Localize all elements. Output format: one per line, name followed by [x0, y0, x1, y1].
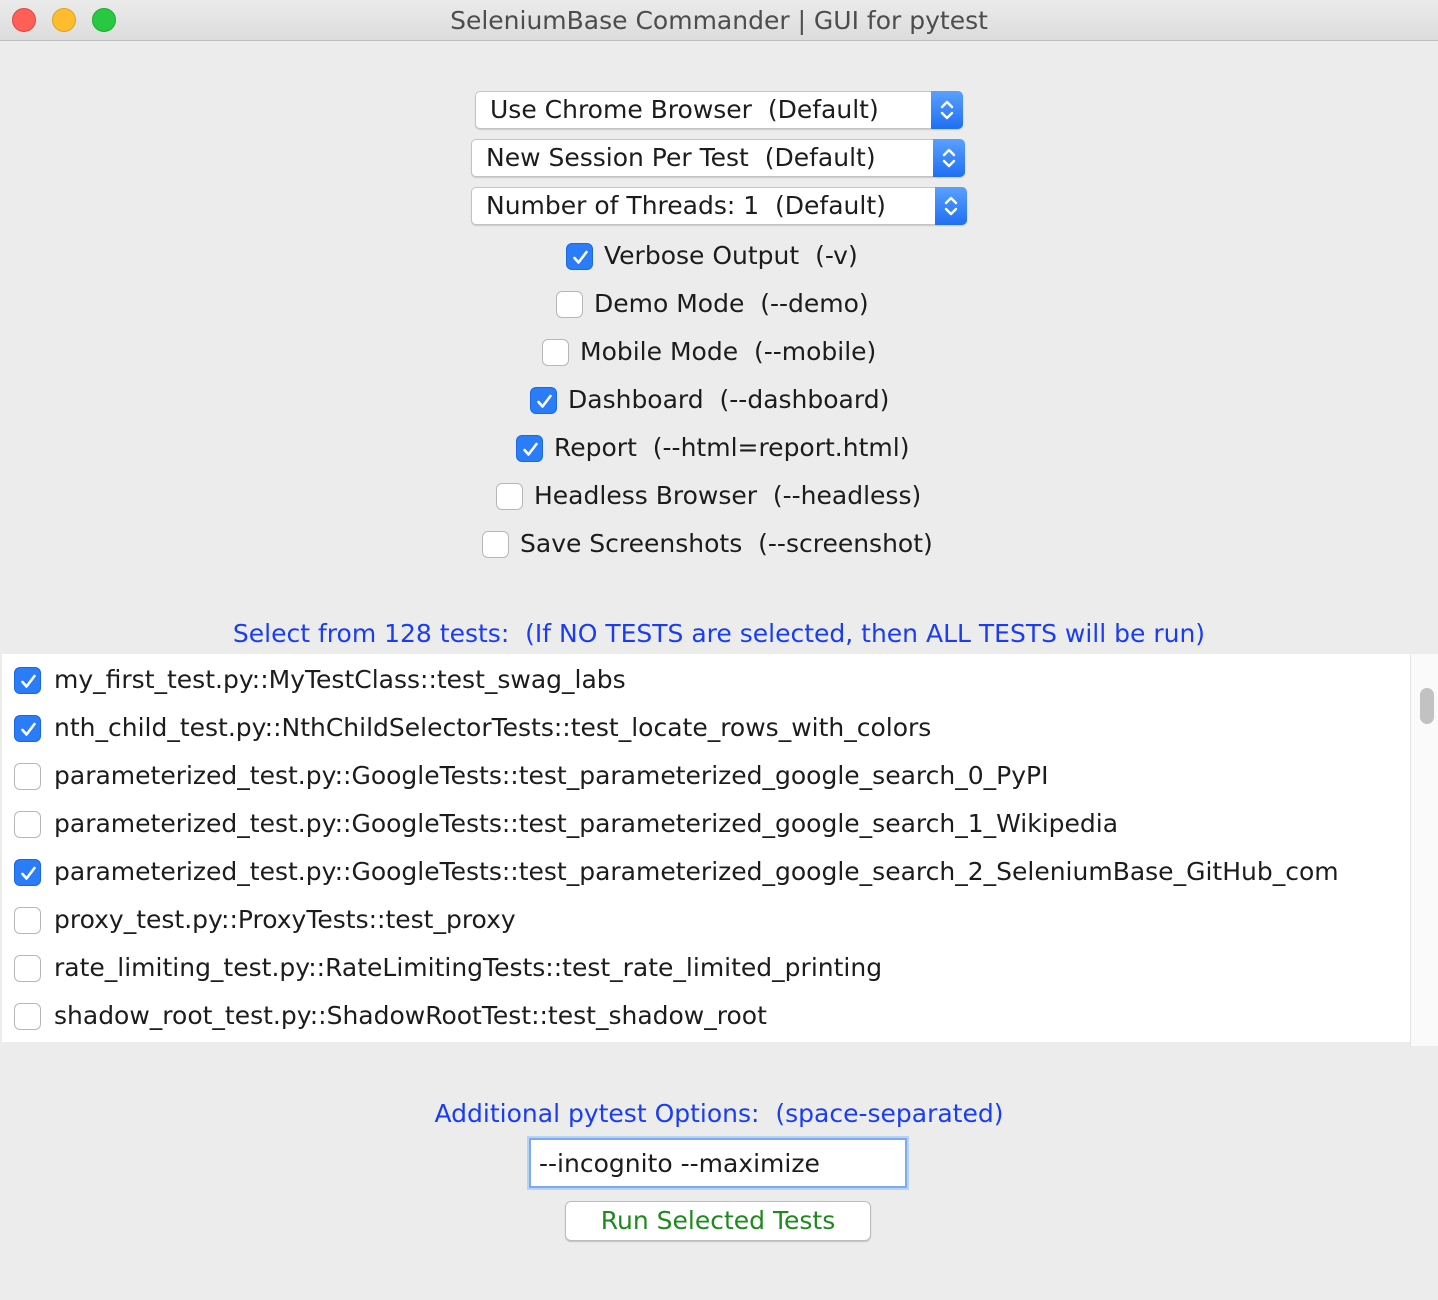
checkbox[interactable]: [14, 715, 41, 742]
test-list[interactable]: my_first_test.py::MyTestClass::test_swag…: [2, 654, 1410, 1042]
option-label: Dashboard (--dashboard): [568, 385, 890, 414]
checkmark-icon: [573, 250, 588, 264]
option-label: Demo Mode (--demo): [594, 289, 869, 318]
test-label: shadow_root_test.py::ShadowRootTest::tes…: [54, 1001, 767, 1030]
updown-chevron-icon: [942, 148, 956, 168]
test-row[interactable]: rate_limiting_test.py::RateLimitingTests…: [14, 953, 882, 987]
checkbox[interactable]: [14, 907, 41, 934]
checkbox[interactable]: [482, 531, 509, 558]
checkbox[interactable]: [14, 1003, 41, 1030]
checkmark-icon: [537, 394, 552, 408]
checkbox[interactable]: [556, 291, 583, 318]
test-label: nth_child_test.py::NthChildSelectorTests…: [54, 713, 932, 742]
browser-select-stepper[interactable]: [931, 91, 963, 129]
checkbox[interactable]: [14, 811, 41, 838]
checkbox[interactable]: [14, 763, 41, 790]
test-row[interactable]: shadow_root_test.py::ShadowRootTest::tes…: [14, 1001, 767, 1035]
option-label: Headless Browser (--headless): [534, 481, 922, 510]
test-label: parameterized_test.py::GoogleTests::test…: [54, 761, 1049, 790]
threads-select[interactable]: Number of Threads: 1 (Default): [471, 187, 967, 225]
option-headless[interactable]: Headless Browser (--headless): [496, 481, 921, 515]
browser-select-value: Use Chrome Browser (Default): [490, 95, 879, 124]
option-mobile-mode[interactable]: Mobile Mode (--mobile): [542, 337, 876, 371]
session-select-stepper[interactable]: [933, 139, 965, 177]
pytest-options-input[interactable]: [529, 1138, 907, 1188]
test-label: parameterized_test.py::GoogleTests::test…: [54, 809, 1119, 838]
test-label: proxy_test.py::ProxyTests::test_proxy: [54, 905, 516, 934]
checkmark-icon: [21, 722, 36, 736]
test-label: parameterized_test.py::GoogleTests::test…: [54, 857, 1339, 886]
option-dashboard[interactable]: Dashboard (--dashboard): [530, 385, 889, 419]
checkmark-icon: [21, 866, 36, 880]
browser-select[interactable]: Use Chrome Browser (Default): [475, 91, 963, 129]
checkbox[interactable]: [14, 955, 41, 982]
test-row[interactable]: parameterized_test.py::GoogleTests::test…: [14, 761, 1048, 795]
title-bar: SeleniumBase Commander | GUI for pytest: [0, 0, 1438, 41]
updown-chevron-icon: [940, 100, 954, 120]
session-select-value: New Session Per Test (Default): [486, 143, 876, 172]
test-label: rate_limiting_test.py::RateLimitingTests…: [54, 953, 883, 982]
tests-header: Select from 128 tests: (If NO TESTS are …: [232, 619, 1206, 648]
window-title: SeleniumBase Commander | GUI for pytest: [450, 6, 988, 35]
threads-select-stepper[interactable]: [935, 187, 967, 225]
checkbox[interactable]: [542, 339, 569, 366]
run-selected-tests-button[interactable]: Run Selected Tests: [565, 1201, 871, 1241]
checkbox[interactable]: [14, 667, 41, 694]
checkbox[interactable]: [516, 435, 543, 462]
test-row[interactable]: parameterized_test.py::GoogleTests::test…: [14, 809, 1118, 843]
option-label: Mobile Mode (--mobile): [580, 337, 877, 366]
checkbox[interactable]: [14, 859, 41, 886]
session-select[interactable]: New Session Per Test (Default): [471, 139, 965, 177]
checkbox[interactable]: [566, 243, 593, 270]
option-label: Save Screenshots (--screenshot): [520, 529, 933, 558]
option-screenshots[interactable]: Save Screenshots (--screenshot): [482, 529, 933, 563]
option-label: Report (--html=report.html): [554, 433, 910, 462]
test-row[interactable]: parameterized_test.py::GoogleTests::test…: [14, 857, 1339, 891]
test-row[interactable]: nth_child_test.py::NthChildSelectorTests…: [14, 713, 931, 747]
app-window: SeleniumBase Commander | GUI for pytest …: [0, 0, 1438, 1300]
test-label: my_first_test.py::MyTestClass::test_swag…: [54, 665, 626, 694]
checkmark-icon: [523, 442, 538, 456]
checkmark-icon: [21, 674, 36, 688]
test-row[interactable]: my_first_test.py::MyTestClass::test_swag…: [14, 665, 626, 699]
pytest-options-label: Additional pytest Options: (space-separa…: [434, 1099, 1004, 1128]
threads-select-value: Number of Threads: 1 (Default): [486, 191, 886, 220]
test-row[interactable]: proxy_test.py::ProxyTests::test_proxy: [14, 905, 516, 939]
checkbox[interactable]: [496, 483, 523, 510]
option-report[interactable]: Report (--html=report.html): [516, 433, 909, 467]
option-demo-mode[interactable]: Demo Mode (--demo): [556, 289, 869, 323]
option-verbose[interactable]: Verbose Output (-v): [566, 241, 858, 275]
option-label: Verbose Output (-v): [604, 241, 858, 270]
test-list-scroll-thumb[interactable]: [1420, 688, 1434, 724]
updown-chevron-icon: [944, 196, 958, 216]
checkbox[interactable]: [530, 387, 557, 414]
